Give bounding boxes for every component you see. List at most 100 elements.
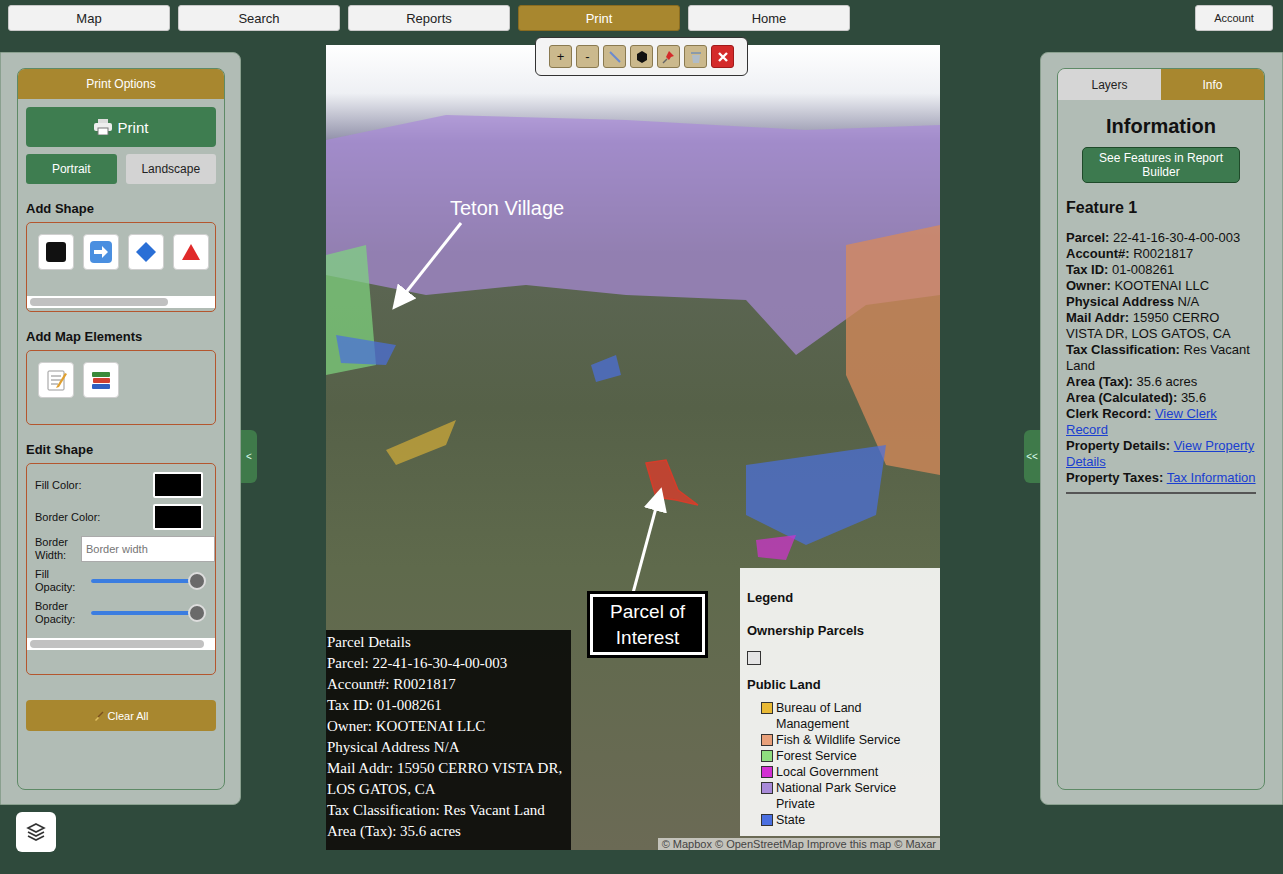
map-attribution[interactable]: © Mapbox © OpenStreetMap Improve this ma… [658,838,940,850]
slider-fill [91,611,197,615]
triangle-icon [180,241,202,263]
scrollbar[interactable] [27,638,216,650]
field-label: Fill Opacity: [35,568,81,594]
map-element-tile[interactable] [83,362,119,398]
field-link[interactable]: Tax Information [1167,470,1256,485]
legend-swatch [761,702,773,714]
legend-title: Legend [747,590,932,605]
section-title: Add Shape [26,201,216,216]
toolbar-button[interactable]: - [576,45,599,68]
square-icon [45,241,67,263]
printer-icon [94,119,112,135]
toolbar-button[interactable] [657,45,680,68]
annotation-arrow[interactable] [396,223,461,305]
field-label: Parcel: [1066,230,1109,245]
left-column: Print Options Print PortraitLandscape Ad… [0,45,241,874]
report-builder-button[interactable]: See Features in Report Builder [1082,147,1240,183]
opacity-slider[interactable] [91,579,197,583]
polygon-icon [636,51,648,63]
panel-tab[interactable]: Info [1161,69,1264,100]
legend-item: Forest Service [747,748,932,764]
toolbar-button[interactable]: + [549,45,572,68]
nav-button[interactable]: Print [518,5,680,31]
slider-thumb[interactable] [188,572,206,590]
legend-section-title: Public Land [747,677,932,692]
field-value: 35.6 acres [1137,374,1198,389]
legend-swatch [761,782,773,794]
legend-swatch [761,814,773,826]
scrollbar[interactable] [27,296,215,308]
shape-tile[interactable] [38,234,74,270]
shape-tile[interactable] [173,234,209,270]
field-label: Border Width: [35,536,81,562]
border-width-input[interactable] [81,536,215,562]
nav-button[interactable]: Home [688,5,850,31]
toolbar-button[interactable] [711,45,734,68]
layers-button[interactable] [16,812,56,852]
feature-field: Owner: KOOTENAI LLC [1066,278,1256,294]
broom-icon [94,711,104,721]
pin-icon [662,50,676,64]
collapse-left-toggle[interactable]: < [241,430,257,483]
nav-button[interactable]: Search [178,5,340,31]
section-title: Edit Shape [26,442,216,457]
legend-swatch-slot [761,780,773,794]
map-toolbar: +- [535,37,748,76]
scrollbar-thumb[interactable] [30,298,168,306]
field-label: Physical Address [1066,294,1174,309]
local-government-area [756,535,796,560]
shape-tile[interactable] [128,234,164,270]
orientation-button[interactable]: Landscape [126,154,217,184]
legend-swatch [761,734,773,746]
layers-icon [26,822,46,842]
map-legend[interactable]: Legend Ownership Parcels Public Land Bur… [740,568,940,836]
collapse-right-toggle[interactable]: << [1024,430,1040,483]
map-element-tile[interactable] [38,362,74,398]
clear-all-button[interactable]: Clear All [26,700,216,731]
slider-fill [91,579,197,583]
toolbar-button[interactable] [603,45,626,68]
details-line: Area (Tax): 35.6 acres [327,821,568,842]
slider-thumb[interactable] [188,604,206,622]
annotation-label[interactable]: Teton Village [450,197,564,220]
field-label: Border Opacity: [35,600,81,626]
toolbar-button[interactable] [684,45,707,68]
field-label: Owner: [1066,278,1111,293]
scrollbar-thumb[interactable] [30,640,204,648]
orientation-group: Portrait Landscape [26,154,216,184]
color-swatch[interactable] [153,472,203,498]
annotation-arrow[interactable] [633,493,660,593]
map[interactable]: +- Teton Village Parcel of Interest Parce… [326,45,940,850]
legend-swatch-slot [761,764,773,778]
print-button[interactable]: Print [26,107,216,147]
annotation-box[interactable]: Parcel of Interest [590,594,705,655]
legend-swatch-slot [761,700,773,714]
state-area [591,355,621,382]
opacity-slider[interactable] [91,611,197,615]
print-options-body: Print PortraitLandscape Add Shape Add Ma… [18,99,224,739]
color-swatch[interactable] [153,504,203,530]
line-icon [608,50,622,64]
trash-icon [689,50,703,64]
legend-label: State [776,812,805,828]
legend-label: Private [776,796,815,812]
feature-field: Property Taxes: Tax Information [1066,470,1256,486]
shape-tile[interactable] [83,234,119,270]
nav-button[interactable]: Map [8,5,170,31]
parcel-of-interest-shape[interactable] [646,460,698,505]
account-button[interactable]: Account [1195,5,1273,31]
memo-icon [45,369,67,391]
field-value: R0021817 [1133,246,1193,261]
nav-button[interactable]: Reports [348,5,510,31]
toolbar-button[interactable] [630,45,653,68]
opacity-row: Border Opacity: [35,600,215,626]
field-label: Area (Calculated): [1066,390,1177,405]
feature-field: Area (Calculated): 35.6 [1066,390,1256,406]
panel-tab[interactable]: Layers [1058,69,1161,100]
field-label: Mail Addr: [1066,310,1129,325]
legend-swatch [747,651,761,665]
orientation-button[interactable]: Portrait [26,154,117,184]
field-label: Border Color: [35,511,100,523]
legend-item: Bureau of Land Management [747,700,932,732]
parcel-details-box[interactable]: Parcel Details Parcel: 22-41-16-30-4-00-… [326,630,571,850]
